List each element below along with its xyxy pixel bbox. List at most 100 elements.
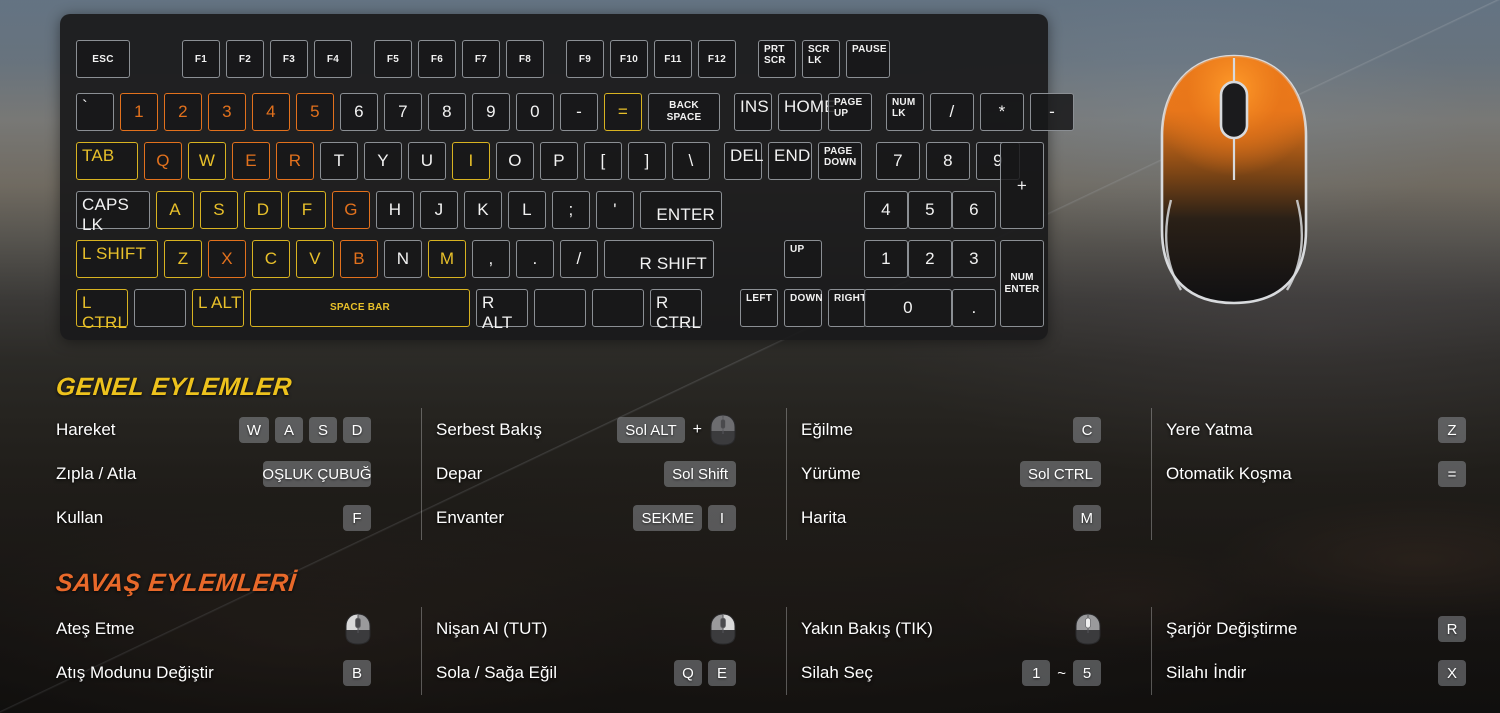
keycap-esc[interactable]: ESC <box>76 40 130 78</box>
keycap-0[interactable]: 0 <box>516 93 554 131</box>
keycap-+[interactable]: + <box>1000 142 1044 229</box>
keybind-=[interactable]: = <box>1438 461 1466 487</box>
keycap-=[interactable]: = <box>604 93 642 131</box>
keycap-y[interactable]: Y <box>364 142 402 180</box>
keycap-caps-lk[interactable]: CAPS LK <box>76 191 150 234</box>
keycap-down[interactable]: DOWN <box>784 289 823 327</box>
keycap-,[interactable]: , <box>472 240 510 278</box>
keycap-num-enter[interactable]: NUM ENTER <box>1000 240 1044 327</box>
keycap-6[interactable]: 6 <box>340 93 378 131</box>
keycap-r-alt[interactable]: R ALT <box>476 289 528 332</box>
keybind-f[interactable]: F <box>343 505 371 531</box>
keybind-x[interactable]: X <box>1438 660 1466 686</box>
keycap-del[interactable]: DEL <box>724 142 763 180</box>
keycap-3[interactable]: 3 <box>952 240 996 278</box>
keycap-l-ctrl[interactable]: L CTRL <box>76 289 128 332</box>
keycap-c[interactable]: C <box>252 240 290 278</box>
keycap-f12[interactable]: F12 <box>698 40 736 78</box>
keycap-5[interactable]: 5 <box>296 93 334 131</box>
keycap-7[interactable]: 7 <box>876 142 920 180</box>
keybind-a[interactable]: A <box>275 417 303 443</box>
keycap-tab[interactable]: TAB <box>76 142 138 180</box>
keycap-f[interactable]: F <box>288 191 326 229</box>
keycap-home[interactable]: HOME <box>778 93 836 131</box>
keycap-page-up[interactable]: PAGE UP <box>828 93 872 131</box>
keycap-[[interactable]: [ <box>584 142 622 180</box>
keycap-e[interactable]: E <box>232 142 270 180</box>
keycap-blank[interactable] <box>134 289 186 327</box>
keycap-f3[interactable]: F3 <box>270 40 308 78</box>
keycap-1[interactable]: 1 <box>864 240 908 278</box>
keycap--[interactable]: - <box>1030 93 1074 131</box>
keycap-1[interactable]: 1 <box>120 93 158 131</box>
keycap-][interactable]: ] <box>628 142 666 180</box>
keycap-i[interactable]: I <box>452 142 490 180</box>
keycap-v[interactable]: V <box>296 240 334 278</box>
keycap-q[interactable]: Q <box>144 142 182 180</box>
keycap-`[interactable]: ` <box>76 93 114 131</box>
keybind-i[interactable]: I <box>708 505 736 531</box>
keybind-1[interactable]: 1 <box>1022 660 1051 686</box>
keycap-g[interactable]: G <box>332 191 370 229</box>
keybind-m[interactable]: M <box>1072 505 1101 531</box>
keycap-f1[interactable]: F1 <box>182 40 220 78</box>
keycap-up[interactable]: UP <box>784 240 822 278</box>
keycap-l-shift[interactable]: L SHIFT <box>76 240 158 278</box>
keycap-ins[interactable]: INS <box>734 93 772 131</box>
keycap-d[interactable]: D <box>244 191 282 229</box>
keycap-m[interactable]: M <box>428 240 466 278</box>
keycap-page-down[interactable]: PAGE DOWN <box>818 142 862 180</box>
keycap-p[interactable]: P <box>540 142 578 180</box>
keycap-s[interactable]: S <box>200 191 238 229</box>
keybind-e[interactable]: E <box>708 660 736 686</box>
keycap-3[interactable]: 3 <box>208 93 246 131</box>
keycap-\[interactable]: \ <box>672 142 710 180</box>
keybind-r[interactable]: R <box>1438 616 1466 642</box>
keybind-c[interactable]: C <box>1073 417 1101 443</box>
keycap-*[interactable]: * <box>980 93 1024 131</box>
keycap-0[interactable]: 0 <box>864 289 952 327</box>
keycap-t[interactable]: T <box>320 142 358 180</box>
keycap-9[interactable]: 9 <box>472 93 510 131</box>
keycap-prt-scr[interactable]: PRT SCR <box>758 40 796 78</box>
keycap-w[interactable]: W <box>188 142 226 180</box>
keycap-f10[interactable]: F10 <box>610 40 648 78</box>
keycap-back-space[interactable]: BACK SPACE <box>648 93 720 131</box>
keycap-r[interactable]: R <box>276 142 314 180</box>
keybind-sol-alt[interactable]: Sol ALT <box>617 417 685 443</box>
keycap-/[interactable]: / <box>560 240 598 278</box>
keycap-8[interactable]: 8 <box>926 142 970 180</box>
keycap-right[interactable]: RIGHT <box>828 289 866 327</box>
keybind-sekme[interactable]: SEKME <box>633 505 702 531</box>
keycap-f4[interactable]: F4 <box>314 40 352 78</box>
keycap-z[interactable]: Z <box>164 240 202 278</box>
keycap-'[interactable]: ' <box>596 191 634 229</box>
keycap-6[interactable]: 6 <box>952 191 996 229</box>
keybind-oşluk-çubuğ[interactable]: OŞLUK ÇUBUĞ <box>263 461 371 487</box>
keybind-w[interactable]: W <box>238 417 269 443</box>
keycap-scr-lk[interactable]: SCR LK <box>802 40 840 78</box>
keycap-h[interactable]: H <box>376 191 414 229</box>
keycap-f8[interactable]: F8 <box>506 40 544 78</box>
keycap-r-ctrl[interactable]: R CTRL <box>650 289 702 332</box>
keycap-.[interactable]: . <box>516 240 554 278</box>
keycap-blank[interactable] <box>592 289 644 327</box>
keybind-b[interactable]: B <box>343 660 371 686</box>
keycap-2[interactable]: 2 <box>164 93 202 131</box>
keycap-/[interactable]: / <box>930 93 974 131</box>
keybind-q[interactable]: Q <box>674 660 702 686</box>
keycap-j[interactable]: J <box>420 191 458 229</box>
keycap-l[interactable]: L <box>508 191 546 229</box>
keycap-a[interactable]: A <box>156 191 194 229</box>
keycap-f11[interactable]: F11 <box>654 40 692 78</box>
keycap-enter[interactable]: ENTER <box>640 191 722 229</box>
keycap--[interactable]: - <box>560 93 598 131</box>
keycap-space-bar[interactable]: SPACE BAR <box>250 289 470 327</box>
keycap-left[interactable]: LEFT <box>740 289 778 327</box>
keycap-blank[interactable] <box>534 289 586 327</box>
keycap-u[interactable]: U <box>408 142 446 180</box>
keycap-f2[interactable]: F2 <box>226 40 264 78</box>
keycap-.[interactable]: . <box>952 289 996 327</box>
keybind-s[interactable]: S <box>309 417 337 443</box>
keycap-k[interactable]: K <box>464 191 502 229</box>
